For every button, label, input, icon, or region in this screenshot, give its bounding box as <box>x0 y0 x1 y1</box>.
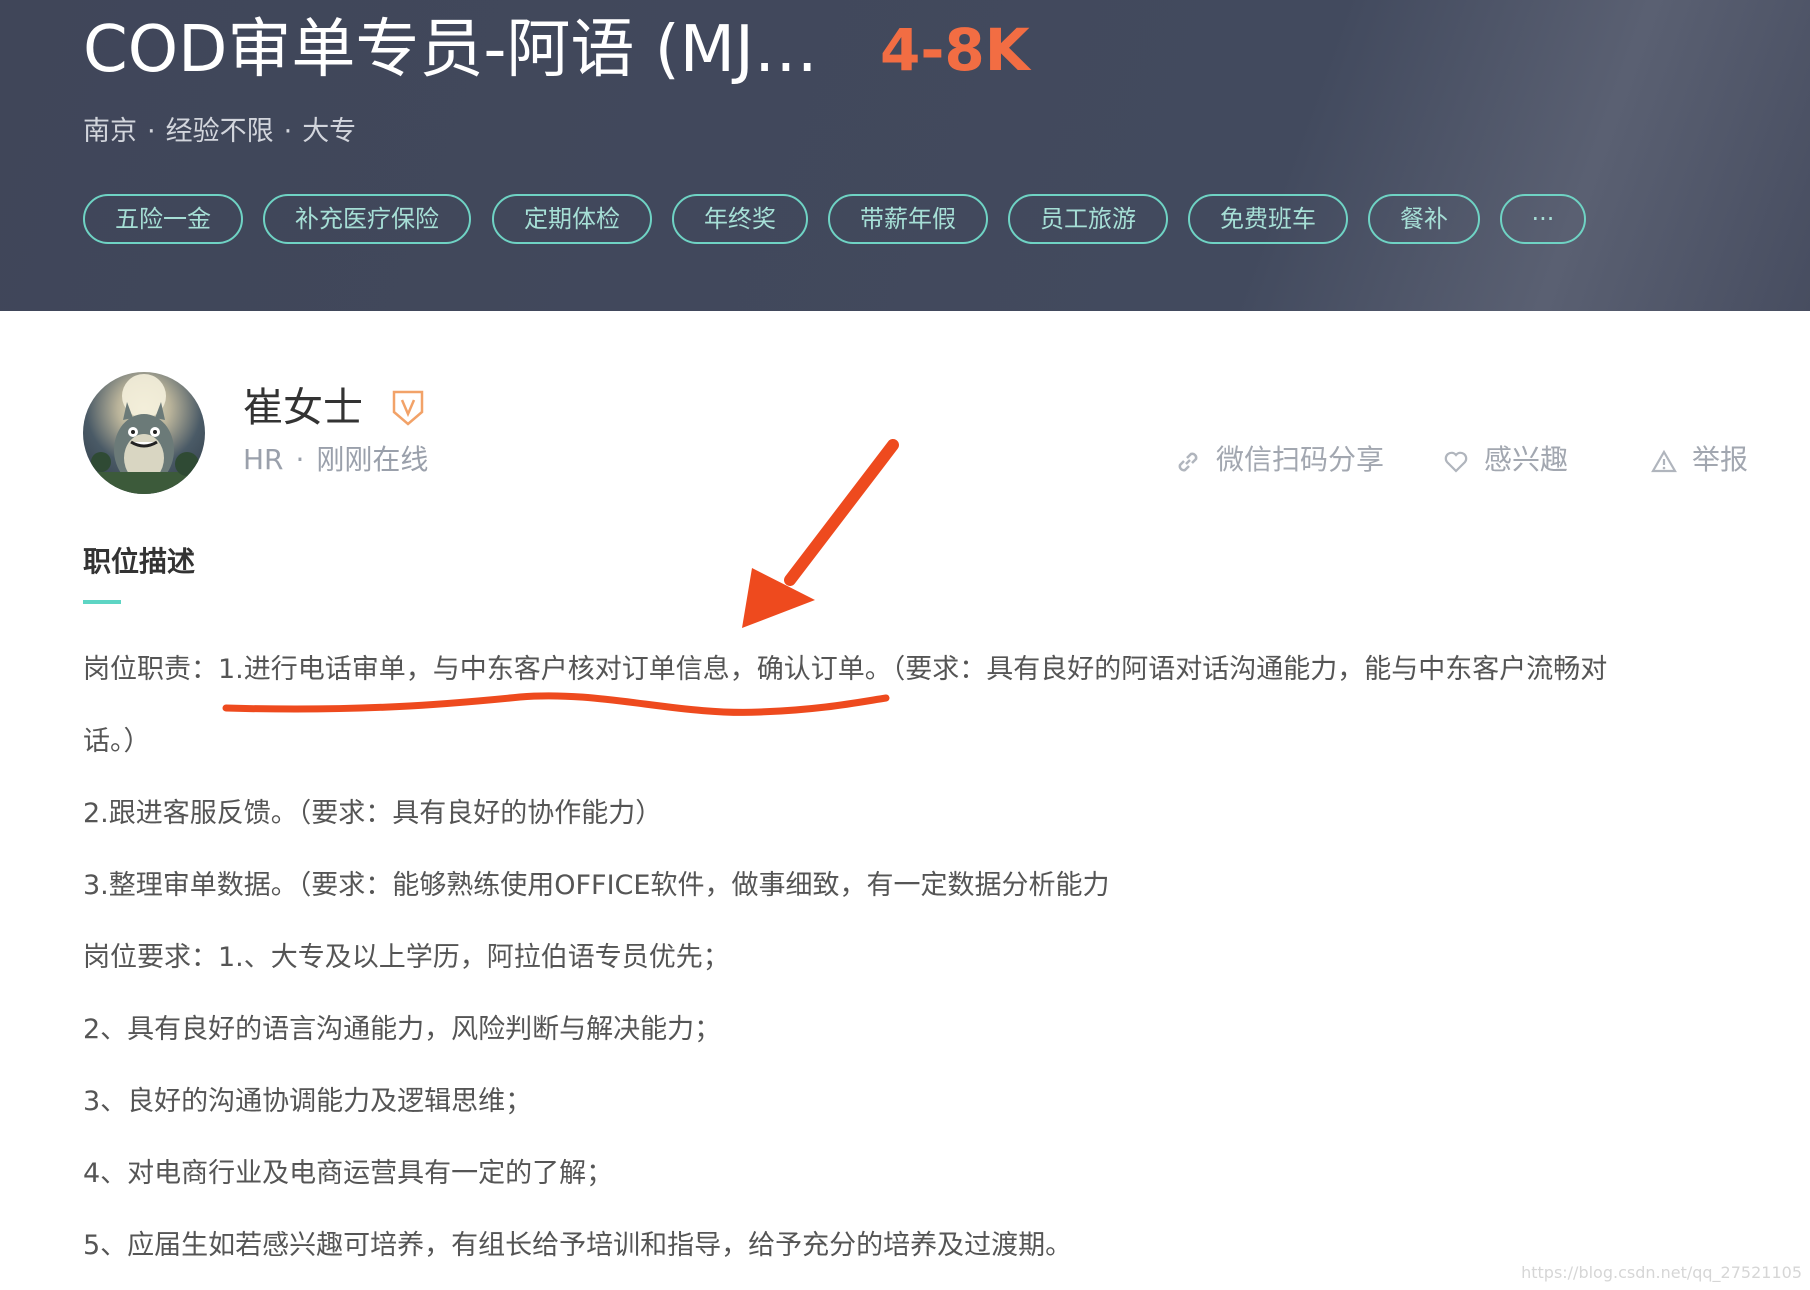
benefit-tag: 带薪年假 <box>828 194 988 244</box>
description-line: 5、应届生如若感兴趣可培养，有组长给予培训和指导，给予充分的培养及过渡期。 <box>83 1230 1073 1261</box>
description-line: 岗位职责：1.进行电话审单，与中东客户核对订单信息，确认订单。（要求：具有良好的… <box>83 654 1608 685</box>
hr-name: 崔女士 <box>243 385 363 431</box>
description-line: 3、良好的沟通协调能力及逻辑思维； <box>83 1086 533 1117</box>
description-line: 3.整理审单数据。（要求：能够熟练使用OFFICE软件，做事细致，有一定数据分析… <box>83 870 1110 901</box>
benefit-tag: 餐补 <box>1368 194 1480 244</box>
benefit-tag: 员工旅游 <box>1008 194 1168 244</box>
hr-status: 刚刚在线 <box>316 443 429 476</box>
job-title: COD审单专员-阿语 (MJ… <box>83 13 818 87</box>
interest-button[interactable]: 感兴趣 <box>1442 440 1574 480</box>
description-line: 2.跟进客服反馈。（要求：具有良好的协作能力） <box>83 798 663 829</box>
benefit-tag: 定期体检 <box>492 194 652 244</box>
job-city: 南京 <box>83 116 137 147</box>
job-experience: 经验不限 <box>165 116 274 147</box>
more-tags-button[interactable]: ··· <box>1500 194 1586 244</box>
hr-role: HR <box>243 443 284 476</box>
annotation-underline <box>222 692 890 716</box>
annotation-arrow-shaft <box>784 439 899 586</box>
report-button[interactable]: 举报 <box>1650 440 1754 480</box>
hr-info: HR · 刚刚在线 <box>243 440 428 480</box>
heart-icon <box>1444 451 1468 473</box>
benefit-tag: 年终奖 <box>672 194 808 244</box>
section-title: 职位描述 <box>83 545 196 578</box>
report-label: 举报 <box>1692 443 1749 476</box>
benefit-tag: 补充医疗保险 <box>263 194 471 244</box>
job-salary: 4-8K <box>880 16 1030 84</box>
warning-icon <box>1651 449 1677 473</box>
meta-separator: · <box>283 116 293 147</box>
job-meta: 南京 · 经验不限 · 大专 <box>83 112 356 152</box>
share-label: 微信扫码分享 <box>1216 443 1385 476</box>
hr-separator: · <box>295 443 305 476</box>
avatar <box>83 372 205 494</box>
annotation-arrow-head <box>742 568 815 628</box>
watermark: https://blog.csdn.net/qq_27521105 <box>1521 1263 1802 1282</box>
meta-separator: · <box>147 116 156 147</box>
job-education: 大专 <box>302 116 357 147</box>
benefit-tag: 五险一金 <box>83 194 243 244</box>
interest-label: 感兴趣 <box>1484 443 1569 476</box>
benefit-tag: 免费班车 <box>1188 194 1348 244</box>
job-header: COD审单专员-阿语 (MJ… 4-8K 南京 · 经验不限 · 大专 五险一金 补充医… <box>0 0 1810 311</box>
description-line: 2、具有良好的语言沟通能力，风险判断与解决能力； <box>83 1014 722 1045</box>
description-line: 岗位要求：1.、大专及以上学历，阿拉伯语专员优先； <box>83 942 730 973</box>
description-line: 4、对电商行业及电商运营具有一定的了解； <box>83 1158 614 1189</box>
link-icon <box>1178 452 1198 472</box>
section-underline <box>83 600 121 604</box>
share-button[interactable]: 微信扫码分享 <box>1174 440 1384 480</box>
description-line: 话。） <box>83 726 151 757</box>
avatar-image-icon <box>83 374 205 494</box>
verified-badge-icon <box>392 390 424 426</box>
